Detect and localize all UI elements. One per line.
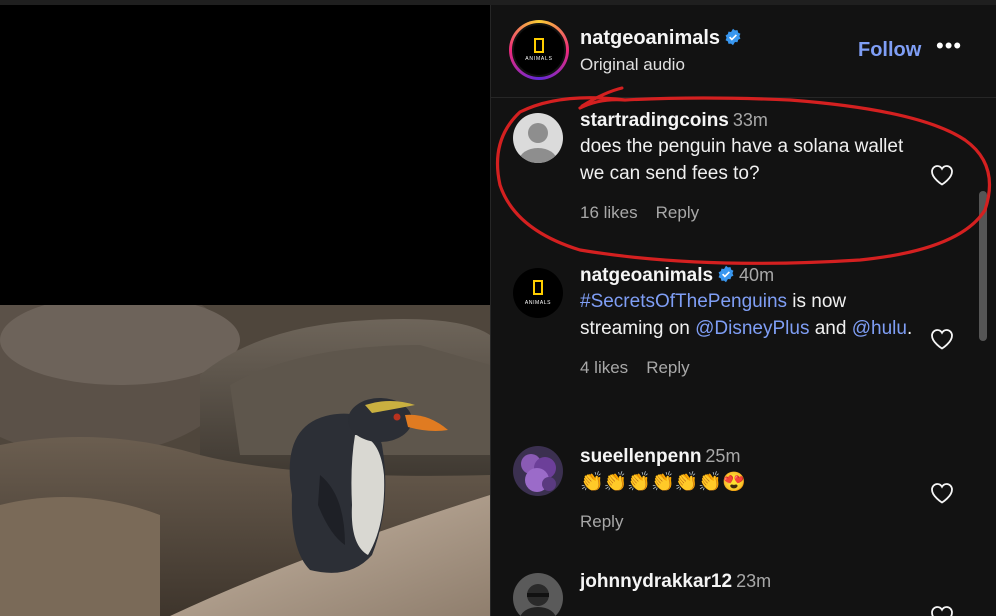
natgeo-logo: ANIMALS: [512, 23, 566, 77]
comment-text: does the penguin have a solana wallet we…: [580, 136, 904, 184]
comment-time: 33m: [732, 110, 768, 130]
comment-body: natgeoanimals 40m #SecretsOfThePenguins i…: [580, 265, 921, 378]
user-avatar[interactable]: [513, 573, 563, 616]
comment-username[interactable]: johnnydrakkar12: [580, 571, 732, 592]
mention-link[interactable]: @hulu: [852, 318, 907, 339]
scrollbar[interactable]: [979, 191, 987, 341]
author-avatar[interactable]: ANIMALS: [509, 20, 569, 80]
likes-count[interactable]: 4 likes: [580, 358, 628, 377]
comment-body: johnnydrakkar12 23m: [580, 571, 921, 593]
comment-username[interactable]: sueellenpenn: [580, 446, 701, 467]
comment-text: #SecretsOfThePenguins is now streaming o…: [580, 288, 921, 342]
account-name-text[interactable]: natgeoanimals: [580, 27, 720, 49]
comment-body: startradingcoins 33m does the penguin hav…: [580, 110, 921, 223]
original-audio-link[interactable]: Original audio: [580, 55, 685, 75]
account-name[interactable]: natgeoanimals: [580, 27, 742, 50]
comment-text-part: .: [906, 318, 913, 339]
verified-badge-icon: [718, 265, 734, 283]
comment-username[interactable]: natgeoanimals: [580, 265, 713, 286]
comment-username[interactable]: startradingcoins: [580, 110, 729, 131]
reply-button[interactable]: Reply: [646, 358, 689, 377]
heart-icon[interactable]: [930, 482, 954, 504]
likes-count[interactable]: 16 likes: [580, 203, 638, 222]
logo-text: ANIMALS: [525, 56, 553, 62]
comment-time: 40m: [739, 265, 775, 285]
heart-icon[interactable]: [930, 164, 954, 186]
heart-icon[interactable]: [930, 605, 954, 616]
verified-badge-icon: [725, 28, 741, 46]
reply-button[interactable]: Reply: [580, 512, 623, 531]
reply-button[interactable]: Reply: [656, 203, 699, 222]
hashtag-link[interactable]: #SecretsOfThePenguins: [580, 291, 787, 312]
heart-icon[interactable]: [930, 328, 954, 350]
comment-time: 23m: [736, 571, 772, 591]
comment-text: 👏👏👏👏👏👏😍: [580, 472, 746, 493]
default-avatar-icon[interactable]: [513, 113, 563, 163]
follow-button[interactable]: Follow: [858, 39, 921, 62]
post-header: ANIMALS natgeoanimals Original audio Fol…: [491, 5, 996, 98]
comments-panel: ANIMALS natgeoanimals Original audio Fol…: [490, 5, 996, 616]
user-avatar[interactable]: [513, 446, 563, 496]
natgeo-avatar[interactable]: ANIMALS: [513, 268, 563, 318]
natgeo-frame-icon: [534, 38, 544, 53]
natgeo-frame-icon: [533, 280, 543, 295]
logo-text: ANIMALS: [524, 300, 552, 306]
comment-text-part: and: [809, 318, 852, 339]
more-options-icon[interactable]: •••: [936, 33, 962, 59]
comment-time: 25m: [705, 446, 741, 466]
penguin-video-frame: [0, 305, 490, 616]
mention-link[interactable]: @DisneyPlus: [695, 318, 809, 339]
video-player[interactable]: [0, 5, 490, 616]
comment-body: sueellenpenn 25m 👏👏👏👏👏👏😍 Reply: [580, 446, 921, 532]
